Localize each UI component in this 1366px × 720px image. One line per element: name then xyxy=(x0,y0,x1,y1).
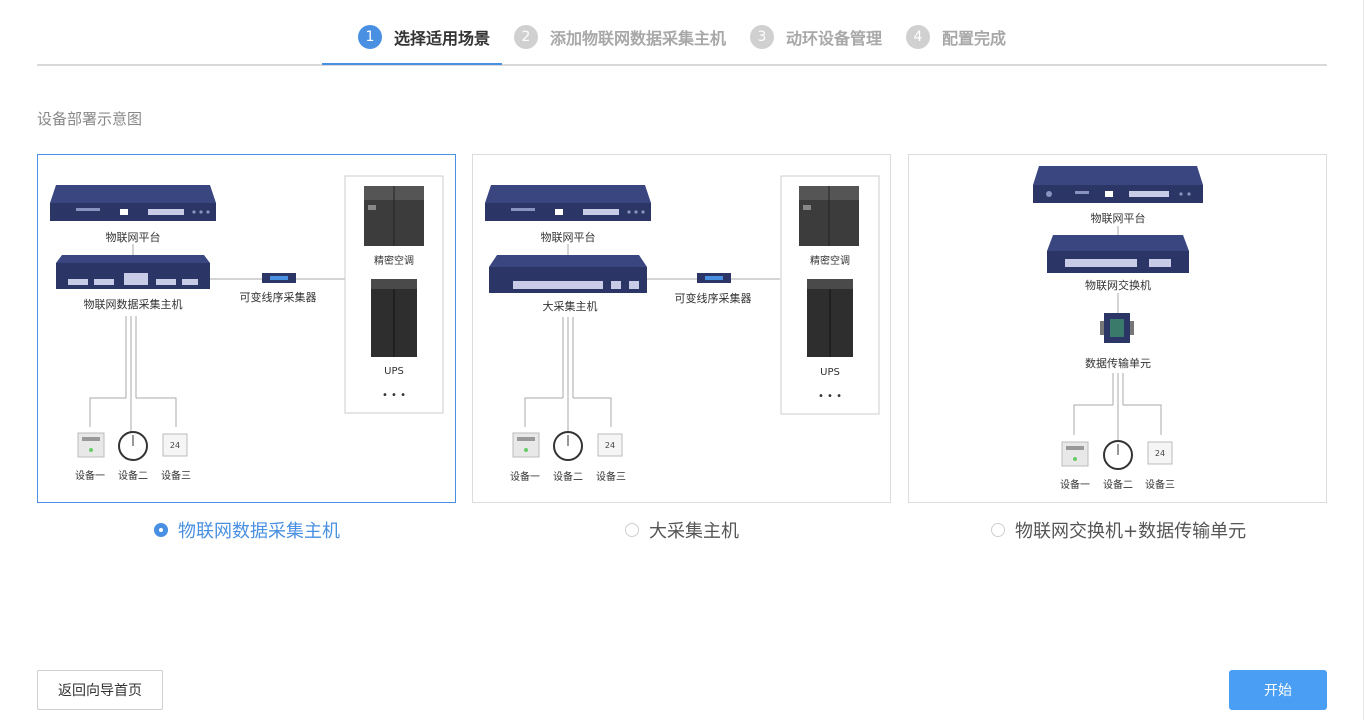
collector-device-icon xyxy=(697,273,731,283)
collector-device-icon xyxy=(262,273,296,283)
scenario-card-iot-host[interactable]: 物联网平台 物联网数据采集主机 可变线序采集器 精密空调 UPS • • • 2… xyxy=(37,154,456,503)
page-edge xyxy=(1363,0,1364,720)
radio-option-switch-dtu[interactable]: 物联网交换机+数据传输单元 xyxy=(991,517,1246,543)
step-label: 添加物联网数据采集主机 xyxy=(550,29,727,48)
step-3[interactable]: 3 动环设备管理 xyxy=(750,24,882,50)
active-step-indicator xyxy=(322,63,502,65)
device-3-label: 设备三 xyxy=(596,470,626,483)
radio-dot[interactable] xyxy=(991,523,1005,537)
ac-label: 精密空调 xyxy=(810,254,850,267)
section-title: 设备部署示意图 xyxy=(37,110,143,128)
ups-icon xyxy=(807,279,853,357)
radio-dot[interactable] xyxy=(625,523,639,537)
radio-label: 物联网数据采集主机 xyxy=(178,521,340,542)
wizard-stepper: 1 选择适用场景 2 添加物联网数据采集主机 3 动环设备管理 4 配置完成 xyxy=(37,0,1327,66)
platform-label: 物联网平台 xyxy=(106,230,161,244)
radio-option-large-host[interactable]: 大采集主机 xyxy=(625,517,739,543)
collector-label: 可变线序采集器 xyxy=(675,291,752,305)
ups-label: UPS xyxy=(820,367,840,378)
svg-text:24: 24 xyxy=(605,441,615,450)
device-3-label: 设备三 xyxy=(161,469,191,482)
large-host-device-icon xyxy=(489,255,647,293)
deployment-diagram: 物联网平台 大采集主机 可变线序采集器 精密空调 UPS • • • 24 设备… xyxy=(485,175,880,483)
svg-text:24: 24 xyxy=(1155,449,1165,458)
display-device-icon: 24 xyxy=(597,433,623,457)
wizard-page: 1 选择适用场景 2 添加物联网数据采集主机 3 动环设备管理 4 配置完成 设… xyxy=(0,0,1366,720)
display-device-icon: 24 xyxy=(162,433,188,457)
step-number: 2 xyxy=(514,25,538,49)
host-label: 物联网数据采集主机 xyxy=(84,297,183,311)
sensor-device-icon xyxy=(512,432,540,458)
device-1-label: 设备一 xyxy=(510,470,540,483)
svg-text:24: 24 xyxy=(170,441,180,450)
scenario-card-large-host[interactable]: 物联网平台 大采集主机 可变线序采集器 精密空调 UPS • • • 24 设备… xyxy=(472,154,891,503)
radio-dot[interactable] xyxy=(154,523,168,537)
wiring-lines xyxy=(89,316,177,432)
ac-label: 精密空调 xyxy=(374,254,414,267)
start-button[interactable]: 开始 xyxy=(1229,670,1327,710)
precision-ac-icon xyxy=(799,186,859,246)
device-1-label: 设备一 xyxy=(1060,478,1090,491)
dtu-label: 数据传输单元 xyxy=(1085,356,1151,370)
switch-device-icon xyxy=(1047,235,1189,273)
sensor-device-icon xyxy=(1061,441,1089,467)
step-number: 1 xyxy=(358,25,382,49)
radio-label: 大采集主机 xyxy=(649,521,739,542)
platform-label: 物联网平台 xyxy=(541,230,596,244)
platform-label: 物联网平台 xyxy=(1091,211,1146,225)
platform-device-icon xyxy=(50,185,216,221)
step-2[interactable]: 2 添加物联网数据采集主机 xyxy=(514,24,726,50)
sensor-device-icon xyxy=(77,432,105,458)
wiring-lines xyxy=(1073,373,1162,440)
wiring-lines xyxy=(524,317,612,432)
step-1[interactable]: 1 选择适用场景 xyxy=(358,24,490,50)
device-2-label: 设备二 xyxy=(553,470,583,483)
ups-icon xyxy=(371,279,417,357)
device-3-label: 设备三 xyxy=(1145,478,1175,491)
step-label: 配置完成 xyxy=(942,29,1007,48)
radio-label: 物联网交换机+数据传输单元 xyxy=(1015,521,1247,542)
ups-label: UPS xyxy=(384,366,404,377)
host-label: 大采集主机 xyxy=(543,299,598,313)
dtu-device-icon xyxy=(1100,313,1134,343)
scenario-card-switch-dtu[interactable]: 物联网平台 物联网交换机 数据传输单元 24 设备一 设备二 设备三 xyxy=(908,154,1327,503)
precision-ac-icon xyxy=(364,186,424,246)
more-label: • • • xyxy=(382,390,406,401)
deployment-diagram: 物联网平台 物联网交换机 数据传输单元 24 设备一 设备二 设备三 xyxy=(1033,166,1203,491)
device-2-label: 设备二 xyxy=(1103,478,1133,491)
step-label: 动环设备管理 xyxy=(786,29,883,48)
step-number: 4 xyxy=(906,25,930,49)
step-number: 3 xyxy=(750,25,774,49)
step-label: 选择适用场景 xyxy=(394,29,491,48)
step-4[interactable]: 4 配置完成 xyxy=(906,24,1006,50)
host-device-icon xyxy=(56,255,210,289)
back-to-wizard-home-button[interactable]: 返回向导首页 xyxy=(37,670,163,710)
platform-device-icon xyxy=(485,185,651,221)
switch-label: 物联网交换机 xyxy=(1085,278,1151,292)
device-1-label: 设备一 xyxy=(75,469,105,482)
display-device-icon: 24 xyxy=(1147,441,1173,465)
platform-device-icon xyxy=(1033,166,1203,203)
meter-device-icon xyxy=(553,431,583,461)
meter-device-icon xyxy=(1103,440,1133,470)
more-label: • • • xyxy=(818,391,842,402)
device-2-label: 设备二 xyxy=(118,469,148,482)
radio-option-iot-host[interactable]: 物联网数据采集主机 xyxy=(154,517,340,543)
meter-device-icon xyxy=(118,431,148,461)
deployment-diagram: 物联网平台 物联网数据采集主机 可变线序采集器 精密空调 UPS • • • 2… xyxy=(50,175,444,482)
collector-label: 可变线序采集器 xyxy=(240,290,317,304)
